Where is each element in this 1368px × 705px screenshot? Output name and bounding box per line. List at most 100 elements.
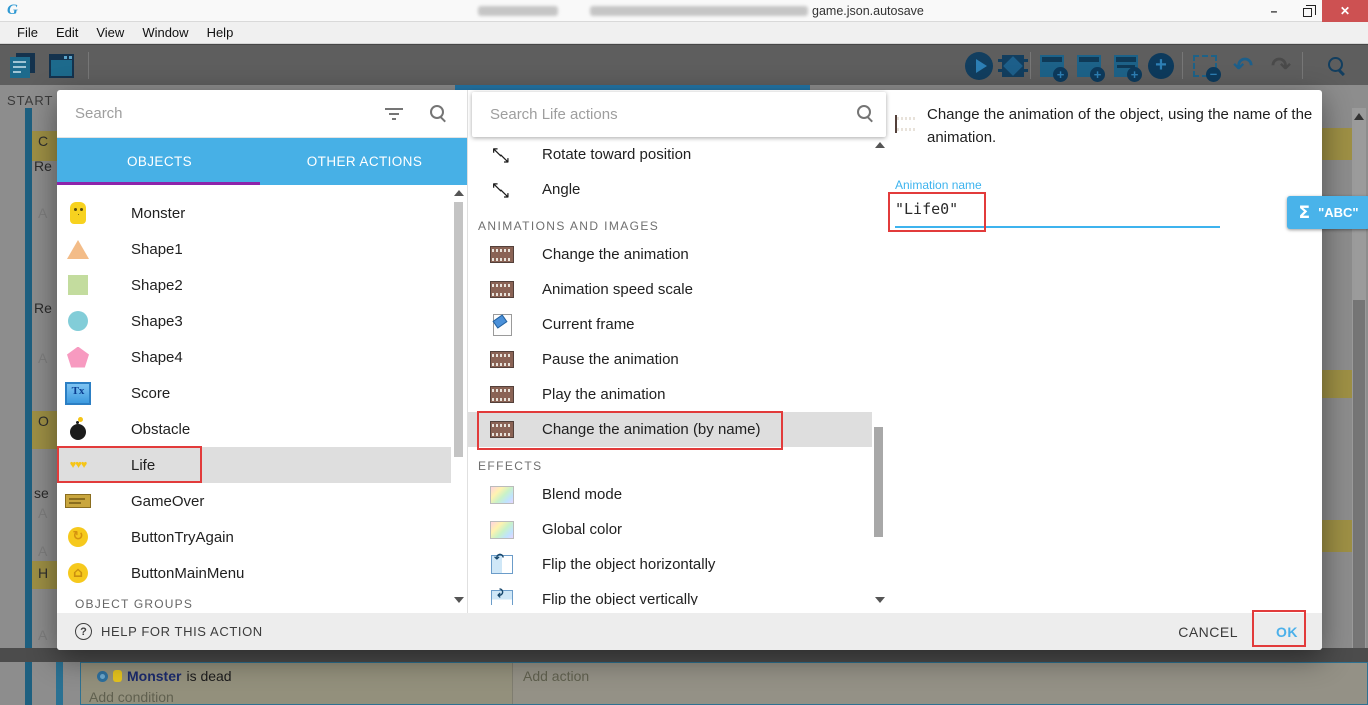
- action-icon: [490, 518, 514, 542]
- redacted-title-path: [590, 6, 808, 16]
- object-list-item[interactable]: GameOver: [57, 483, 451, 519]
- action-label: Change the animation: [542, 246, 689, 263]
- add-action-link[interactable]: Add action: [523, 668, 589, 684]
- debug-icon[interactable]: [998, 51, 1028, 81]
- objects-panel: Search OBJECTS OTHER ACTIONS Monster: [57, 90, 467, 613]
- scroll-up-icon[interactable]: [875, 142, 885, 148]
- scroll-down-icon[interactable]: [875, 597, 885, 603]
- object-icon: [65, 200, 91, 226]
- expression-editor-button[interactable]: Σ "ABC": [1287, 196, 1368, 229]
- add-event-icon[interactable]: [1037, 51, 1067, 81]
- object-list-scrollbar[interactable]: [451, 185, 467, 605]
- action-list-item[interactable]: Rotate toward position: [468, 137, 872, 172]
- event-text-fragment: A: [38, 627, 47, 643]
- action-list-item[interactable]: Play the animation: [468, 377, 872, 412]
- action-label: Global color: [542, 521, 622, 538]
- event-conditions-cell[interactable]: Monster is dead Add condition: [81, 663, 513, 704]
- action-list-item[interactable]: Global color: [468, 512, 872, 547]
- object-icon: [65, 308, 91, 334]
- scroll-down-icon[interactable]: [454, 597, 464, 603]
- action-list-scrollbar[interactable]: [872, 137, 886, 605]
- close-button[interactable]: ✕: [1322, 0, 1368, 22]
- toolbar: + ↶ ↷: [0, 44, 1368, 85]
- search-icon[interactable]: [1322, 51, 1352, 81]
- object-name: ButtonMainMenu: [131, 565, 244, 582]
- object-list-item[interactable]: ButtonMainMenu: [57, 555, 451, 591]
- remove-event-icon[interactable]: [1190, 51, 1220, 81]
- object-list-item[interactable]: Shape2: [57, 267, 451, 303]
- action-list-item[interactable]: ANIMATIONS AND IMAGES: [468, 207, 872, 237]
- help-for-this-action-button[interactable]: ? HELP FOR THIS ACTION: [75, 623, 263, 640]
- object-icon: [65, 488, 91, 514]
- cancel-button[interactable]: CANCEL: [1178, 624, 1238, 640]
- event-highlight-block: [1322, 520, 1352, 552]
- undo-icon[interactable]: ↶: [1228, 51, 1258, 81]
- scrollbar-thumb[interactable]: [454, 202, 463, 457]
- menu-item[interactable]: Window: [133, 25, 197, 40]
- restore-button[interactable]: [1292, 0, 1322, 22]
- action-label: EFFECTS: [478, 459, 542, 473]
- tab-other-actions[interactable]: OTHER ACTIONS: [262, 138, 467, 185]
- object-list-item[interactable]: ButtonTryAgain: [57, 519, 451, 555]
- object-list-item[interactable]: Obstacle: [57, 411, 451, 447]
- action-list-item[interactable]: Flip the object vertically: [468, 582, 872, 605]
- object-search-field[interactable]: Search: [57, 90, 467, 138]
- action-label: Angle: [542, 181, 580, 198]
- actions-panel: Search Life actions Rotate toward positi…: [467, 90, 885, 613]
- app-logo-icon: G: [7, 2, 18, 19]
- play-icon[interactable]: [964, 51, 994, 81]
- selected-event-row[interactable]: Monster is dead Add condition Add action: [80, 662, 1368, 705]
- object-name: Monster: [131, 205, 185, 222]
- menu-item[interactable]: File: [8, 25, 47, 40]
- restore-icon: [1303, 8, 1312, 17]
- scroll-up-icon[interactable]: [454, 190, 464, 196]
- action-list-item[interactable]: Angle: [468, 172, 872, 207]
- redo-icon[interactable]: ↷: [1266, 51, 1296, 81]
- object-name: GameOver: [131, 493, 204, 510]
- object-icon: [65, 524, 91, 550]
- add-condition-link[interactable]: Add condition: [89, 689, 174, 705]
- object-list-item[interactable]: Shape4: [57, 339, 451, 375]
- event-text-fragment: C: [38, 133, 48, 149]
- events-scrollbar-thumb[interactable]: [1353, 300, 1365, 685]
- add-comment-event-icon[interactable]: [1074, 51, 1104, 81]
- action-search-field[interactable]: Search Life actions: [472, 92, 886, 137]
- object-icon: [65, 560, 91, 586]
- action-list-item[interactable]: Animation speed scale: [468, 272, 872, 307]
- action-list-item[interactable]: Change the animation: [468, 237, 872, 272]
- tab-objects[interactable]: OBJECTS: [57, 138, 262, 185]
- action-editor-dialog: Search OBJECTS OTHER ACTIONS Monster: [57, 90, 1322, 650]
- title-bar: G game.json.autosave – ✕: [0, 0, 1368, 22]
- action-list-item[interactable]: Flip the object horizontally: [468, 547, 872, 582]
- events-sheet-icon[interactable]: [8, 51, 38, 81]
- scene-tab-label: START: [7, 93, 53, 108]
- object-icon: [65, 344, 91, 370]
- add-subevent-icon[interactable]: [1111, 51, 1141, 81]
- action-list-item[interactable]: Current frame: [468, 307, 872, 342]
- action-label: Flip the object vertically: [542, 591, 698, 605]
- menu-item[interactable]: View: [87, 25, 133, 40]
- object-list-item[interactable]: Shape1: [57, 231, 451, 267]
- event-actions-cell[interactable]: Add action: [513, 663, 1367, 704]
- action-icon: [490, 383, 514, 407]
- event-indent-bar: [25, 662, 32, 705]
- scroll-up-icon[interactable]: [1354, 113, 1364, 120]
- object-list-item[interactable]: Score: [57, 375, 451, 411]
- toolbar-separator: [88, 52, 89, 79]
- action-list-item[interactable]: EFFECTS: [468, 447, 872, 477]
- add-new-event-icon[interactable]: +: [1146, 51, 1176, 81]
- object-name: Shape3: [131, 313, 183, 330]
- minimize-button[interactable]: –: [1258, 0, 1290, 22]
- object-list-item[interactable]: Monster: [57, 195, 451, 231]
- object-list-item[interactable]: Shape3: [57, 303, 451, 339]
- action-list-item[interactable]: Pause the animation: [468, 342, 872, 377]
- action-icon: [490, 178, 514, 202]
- menu-item[interactable]: Help: [198, 25, 243, 40]
- action-list-item[interactable]: Blend mode: [468, 477, 872, 512]
- menu-item[interactable]: Edit: [47, 25, 87, 40]
- scrollbar-thumb[interactable]: [874, 427, 883, 537]
- filter-icon[interactable]: [385, 108, 403, 120]
- object-icon: [65, 236, 91, 262]
- scene-editor-icon[interactable]: [46, 51, 76, 81]
- object-list: Monster Shape1 Shape2 Shape3: [57, 185, 451, 605]
